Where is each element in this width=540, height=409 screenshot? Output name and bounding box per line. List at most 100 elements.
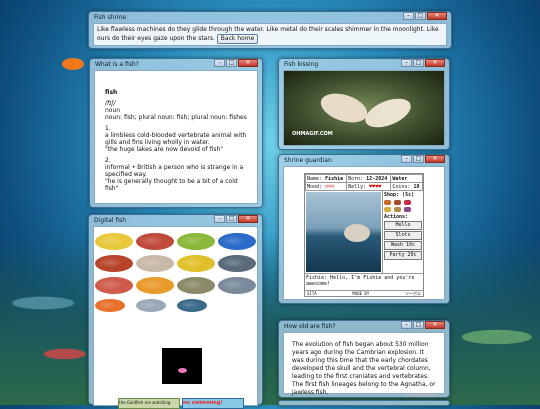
definition-2: informal • British a person who is stran… (105, 164, 244, 178)
blue-tang-icon (218, 233, 256, 250)
fish-kissing-window: Fish kissing – □ ✕ OHMAGIF.COM (278, 58, 450, 150)
maximize-button[interactable]: □ (413, 321, 424, 329)
close-button[interactable]: ✕ (238, 215, 258, 223)
minimize-button[interactable]: – (214, 215, 225, 223)
mood-value: ☺☺☺ (325, 183, 335, 190)
red-fish-icon (95, 255, 133, 272)
back-home-button[interactable]: Back home (216, 34, 259, 44)
what-is-fish-window: What is a fish? – □ ✕ fish /fɪʃ/ noun no… (89, 58, 263, 208)
coins-value: 10 (413, 183, 420, 190)
cichlid-icon (177, 299, 207, 312)
window-title: Fish shrine (94, 14, 127, 21)
toy-item-icon[interactable] (404, 200, 411, 205)
silver-fish-icon (136, 255, 174, 272)
window-title: What is a fish? (95, 61, 139, 68)
gif-watermark: OHMAGIF.COM (292, 131, 333, 137)
slots-button[interactable]: Slots (384, 231, 422, 240)
footer-author[interactable]: ツーポエ (405, 291, 421, 297)
shrine-intro-text: Like flawless machines do they glide thr… (97, 26, 439, 42)
part-of-speech: noun (105, 107, 121, 114)
badge-text: no swimming! (183, 400, 223, 406)
belly-value: ♥♥♥♥ (369, 183, 382, 190)
coins-label: Coins: (392, 183, 411, 190)
left-fish-shape (317, 88, 371, 128)
pet-name: Fishie (325, 175, 344, 182)
definition-2-example: "he is generally thought to be a bit of … (105, 178, 238, 192)
right-fish-shape (361, 92, 415, 134)
born-date: 12-2024 (366, 175, 388, 182)
fish-evolution-text: The evolution of fish began about 530 mi… (292, 341, 436, 396)
how-old-content: The evolution of fish began about 530 mi… (283, 332, 445, 396)
kissing-fish-image: OHMAGIF.COM (283, 70, 445, 146)
pronunciation: /fɪʃ/ (105, 100, 116, 107)
digital-fish-titlebar[interactable]: Digital fish – □ ✕ (93, 215, 258, 226)
maximize-button[interactable]: □ (413, 155, 424, 163)
maximize-button[interactable]: □ (415, 12, 426, 20)
minimize-button[interactable]: – (401, 59, 412, 67)
fish-kissing-titlebar[interactable]: Fish kissing – □ ✕ (283, 59, 445, 70)
what-is-fish-titlebar[interactable]: What is a fish? – □ ✕ (94, 59, 258, 70)
food-item-icon[interactable] (384, 207, 391, 212)
toy-item-icon[interactable] (404, 207, 411, 212)
mood-label: Mood: (307, 183, 323, 190)
close-button[interactable]: ✕ (427, 12, 447, 20)
pet-aquarium-view (306, 192, 381, 272)
food-item-icon[interactable] (394, 207, 401, 212)
badge-text: the Goldfish are watching (119, 400, 171, 405)
word-heading: fish (105, 89, 118, 96)
shop-label: Shop: (5c) (384, 192, 415, 198)
wash-button[interactable]: Wash 10c (384, 241, 422, 250)
digital-fish-content: the Goldfish are watching no swimming! (93, 226, 258, 409)
close-button[interactable]: ✕ (425, 155, 445, 163)
food-item-icon[interactable] (394, 200, 401, 205)
no-swimming-badge[interactable]: no swimming! (182, 398, 244, 409)
footer-left: SITA (307, 291, 317, 296)
snapper-icon (95, 277, 133, 294)
hello-button[interactable]: Hello (384, 221, 422, 230)
window-title: How old are fish? (284, 323, 336, 330)
minimize-button[interactable]: – (214, 59, 225, 67)
pet-message: Fishie: Hello, I'm Fishie and you're awe… (305, 273, 423, 290)
window-title: Shrine guardian (284, 157, 332, 164)
pink-fish-shape (178, 368, 187, 373)
close-button[interactable]: ✕ (425, 321, 445, 329)
grey-fish-icon (218, 277, 256, 294)
virtual-pet-widget: Name: Fishie Born: 12-2024 Water Mood: ☺… (304, 173, 424, 297)
perch-icon (177, 277, 215, 294)
yellow-fish-icon (177, 255, 215, 272)
definition-content: fish /fɪʃ/ noun noun: fish; plural noun:… (94, 70, 258, 204)
clownfish-icon (95, 299, 125, 312)
digital-fish-window: Digital fish – □ ✕ the Goldfish are watc… (88, 214, 263, 409)
maximize-button[interactable]: □ (413, 59, 424, 67)
minimize-button[interactable]: – (401, 321, 412, 329)
actions-label: Actions: (384, 214, 409, 220)
party-button[interactable]: Party 20c (384, 251, 422, 260)
definition-1: a limbless cold-blooded vertebrate anima… (105, 132, 247, 146)
guardian-content: Name: Fishie Born: 12-2024 Water Mood: ☺… (283, 166, 445, 300)
window-title: Digital fish (94, 217, 127, 224)
minimize-button[interactable]: – (401, 155, 412, 163)
butterflyfish-icon (95, 233, 133, 250)
maximize-button[interactable]: □ (226, 59, 237, 67)
fish-shrine-titlebar[interactable]: Fish shrine – □ ✕ (93, 12, 447, 23)
close-button[interactable]: ✕ (425, 59, 445, 67)
definition-1-number: 1. (105, 125, 111, 132)
footer-made-by: MADE BY (352, 291, 370, 296)
shrine-guardian-titlebar[interactable]: Shrine guardian – □ ✕ (283, 155, 445, 166)
food-item-icon[interactable] (384, 200, 391, 205)
fish-shrine-content: Like flawless machines do they glide thr… (93, 23, 447, 46)
goldfish-icon (136, 277, 174, 294)
maximize-button[interactable]: □ (226, 215, 237, 223)
goldfish-watching-badge[interactable]: the Goldfish are watching (118, 398, 180, 409)
discus-fish-icon (136, 233, 174, 250)
small-fish-icon (136, 299, 166, 312)
animated-fish-gif (162, 348, 202, 384)
minimize-button[interactable]: – (403, 12, 414, 20)
pet-fish-shape (344, 224, 370, 242)
shrine-guardian-window: Shrine guardian – □ ✕ Name: Fishie Born:… (278, 154, 450, 304)
pet-type: Water (392, 175, 408, 182)
how-old-titlebar[interactable]: How old are fish? – □ ✕ (283, 321, 445, 332)
window-title: Fish kissing (284, 61, 319, 68)
striped-fish-icon (218, 255, 256, 272)
close-button[interactable]: ✕ (238, 59, 258, 67)
